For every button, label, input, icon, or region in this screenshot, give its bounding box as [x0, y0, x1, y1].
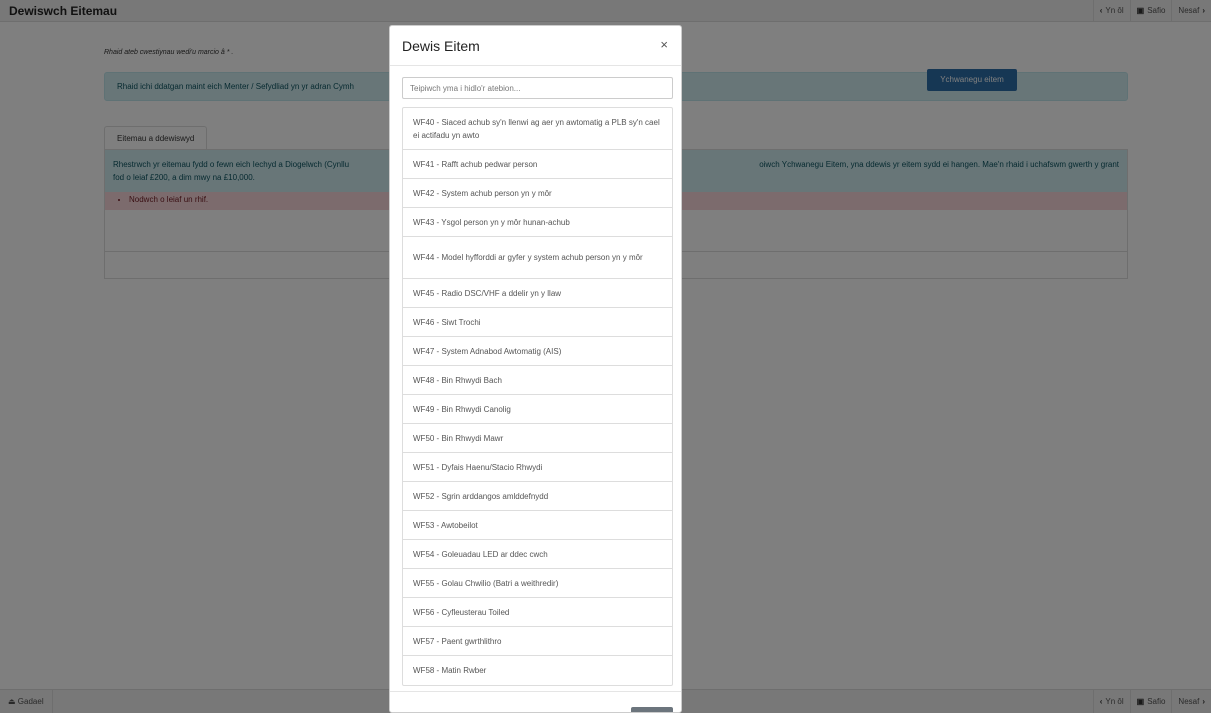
list-item[interactable]: WF46 - Siwt Trochi	[403, 308, 672, 337]
list-item[interactable]: WF55 - Golau Chwilio (Batri a weithredir…	[403, 569, 672, 598]
list-item[interactable]: WF53 - Awtobeilot	[403, 511, 672, 540]
list-item[interactable]: WF45 - Radio DSC/VHF a ddelir yn y llaw	[403, 279, 672, 308]
list-item[interactable]: WF49 - Bin Rhwydi Canolig	[403, 395, 672, 424]
list-item[interactable]: WF57 - Paent gwrthlithro	[403, 627, 672, 656]
list-item[interactable]: WF47 - System Adnabod Awtomatig (AIS)	[403, 337, 672, 366]
modal-footer	[390, 691, 681, 712]
list-item[interactable]: WF50 - Bin Rhwydi Mawr	[403, 424, 672, 453]
list-item[interactable]: WF48 - Bin Rhwydi Bach	[403, 366, 672, 395]
list-item[interactable]: WF44 - Model hyfforddi ar gyfer y system…	[403, 237, 672, 279]
choose-item-modal: Dewis Eitem × WF40 - Siaced achub sy'n l…	[389, 25, 682, 713]
list-item[interactable]: WF56 - Cyfleusterau Toiled	[403, 598, 672, 627]
list-item[interactable]: WF54 - Goleuadau LED ar ddec cwch	[403, 540, 672, 569]
modal-footer-button[interactable]	[631, 707, 673, 712]
list-item[interactable]: WF41 - Rafft achub pedwar person	[403, 150, 672, 179]
items-list: WF40 - Siaced achub sy'n llenwi ag aer y…	[402, 107, 673, 686]
list-item[interactable]: WF52 - Sgrin arddangos amlddefnydd	[403, 482, 672, 511]
filter-input[interactable]	[402, 77, 673, 99]
modal-header: Dewis Eitem ×	[390, 26, 681, 66]
list-item[interactable]: WF43 - Ysgol person yn y môr hunan-achub	[403, 208, 672, 237]
list-item[interactable]: WF42 - System achub person yn y môr	[403, 179, 672, 208]
modal-title: Dewis Eitem	[402, 38, 480, 54]
close-icon[interactable]: ×	[660, 37, 668, 52]
list-item[interactable]: WF40 - Siaced achub sy'n llenwi ag aer y…	[403, 108, 672, 150]
list-item[interactable]: WF51 - Dyfais Haenu/Stacio Rhwydi	[403, 453, 672, 482]
list-item[interactable]: WF58 - Matin Rwber	[403, 656, 672, 685]
